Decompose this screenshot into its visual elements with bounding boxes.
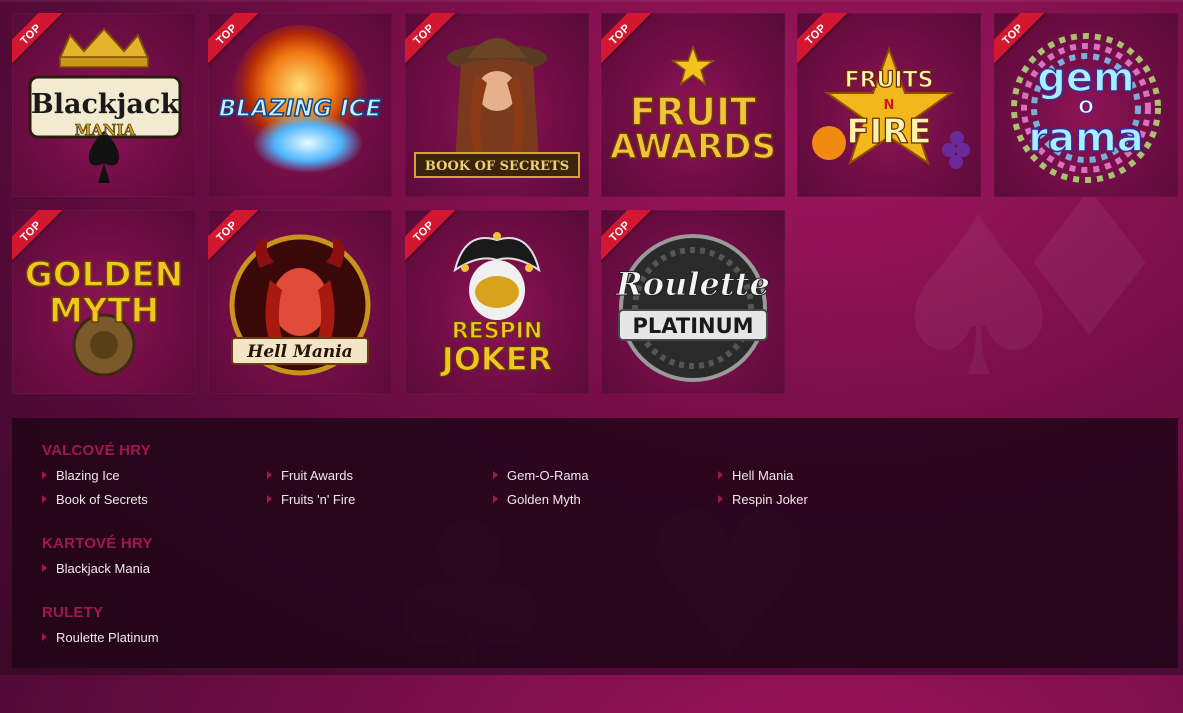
- link-golden-myth[interactable]: Golden Myth: [493, 492, 581, 507]
- link-roulette-platinum[interactable]: Roulette Platinum: [42, 630, 159, 645]
- game-tile-fruit-awards[interactable]: FRUIT AWARDS TOP: [601, 13, 785, 197]
- link-fruits-n-fire[interactable]: Fruits 'n' Fire: [267, 492, 355, 507]
- fruit-awards-logo: FRUIT AWARDS: [609, 44, 777, 168]
- gem-o-rama-logo: gem O rama: [1011, 33, 1161, 183]
- bullet-arrow-icon: [42, 495, 47, 503]
- link-fruit-awards[interactable]: Fruit Awards: [267, 468, 353, 483]
- bullet-arrow-icon: [718, 495, 723, 503]
- game-tile-golden-myth[interactable]: GOLDEN MYTH TOP: [12, 210, 196, 394]
- svg-text:JOKER: JOKER: [440, 340, 552, 378]
- link-book-of-secrets[interactable]: Book of Secrets: [42, 492, 148, 507]
- svg-text:FIRE: FIRE: [846, 112, 931, 152]
- link-respin-joker[interactable]: Respin Joker: [718, 492, 808, 507]
- bullet-arrow-icon: [493, 471, 498, 479]
- svg-text:FRUITS: FRUITS: [845, 68, 934, 93]
- game-tile-blackjack-mania[interactable]: Blackjack MANIA TOP: [12, 13, 196, 197]
- bullet-arrow-icon: [493, 495, 498, 503]
- svg-text:BLAZING ICE: BLAZING ICE: [219, 96, 382, 122]
- bullet-arrow-icon: [718, 471, 723, 479]
- section-title-card-games: KARTOVÉ HRY: [42, 535, 153, 552]
- section-title-reel-games: VALCOVÉ HRY: [42, 442, 151, 459]
- bullet-arrow-icon: [42, 471, 47, 479]
- book-of-secrets-logo: BOOK OF SECRETS: [414, 38, 580, 178]
- svg-text:Roulette: Roulette: [615, 265, 770, 303]
- hell-mania-logo: Hell Mania: [229, 234, 371, 376]
- svg-text:N: N: [884, 98, 895, 113]
- blazing-ice-logo: BLAZING ICE: [218, 25, 382, 173]
- svg-text:BOOK OF SECRETS: BOOK OF SECRETS: [425, 159, 569, 174]
- bullet-arrow-icon: [42, 564, 47, 572]
- svg-text:MANIA: MANIA: [75, 121, 136, 139]
- game-grid: Blackjack MANIA TOP BLAZING ICE TOP BOOK…: [12, 13, 1182, 395]
- link-blackjack-mania[interactable]: Blackjack Mania: [42, 561, 150, 576]
- fruits-n-fire-logo: FRUITS N FIRE: [812, 46, 970, 169]
- svg-text:GOLDEN: GOLDEN: [25, 255, 183, 295]
- svg-text:rama: rama: [1028, 115, 1143, 161]
- game-tile-fruits-n-fire[interactable]: FRUITS N FIRE TOP: [797, 13, 981, 197]
- golden-myth-logo: GOLDEN MYTH: [24, 254, 184, 377]
- section-title-roulettes: RULETY: [42, 604, 104, 621]
- bullet-arrow-icon: [267, 495, 272, 503]
- blackjack-mania-logo: Blackjack MANIA: [28, 27, 182, 183]
- svg-text:MYTH: MYTH: [49, 291, 159, 331]
- game-tile-gem-o-rama[interactable]: gem O rama TOP: [994, 13, 1178, 197]
- link-gem-o-rama[interactable]: Gem-O-Rama: [493, 468, 589, 483]
- svg-text:Blackjack: Blackjack: [31, 89, 180, 120]
- game-list-panel: VALCOVÉ HRY Blazing Ice Book of Secrets …: [12, 418, 1178, 668]
- game-tile-book-of-secrets[interactable]: BOOK OF SECRETS TOP: [405, 13, 589, 197]
- svg-text:gem: gem: [1037, 55, 1134, 101]
- svg-text:Hell Mania: Hell Mania: [246, 342, 352, 362]
- game-tile-roulette-platinum[interactable]: Roulette PLATINUM TOP: [601, 210, 785, 394]
- roulette-platinum-logo: Roulette PLATINUM: [615, 234, 770, 382]
- svg-text:AWARDS: AWARDS: [610, 127, 776, 167]
- respin-joker-logo: RESPIN JOKER: [439, 232, 553, 379]
- bullet-arrow-icon: [267, 471, 272, 479]
- game-tile-blazing-ice[interactable]: BLAZING ICE TOP: [208, 13, 392, 197]
- bullet-arrow-icon: [42, 633, 47, 641]
- game-tile-respin-joker[interactable]: RESPIN JOKER TOP: [405, 210, 589, 394]
- game-tile-hell-mania[interactable]: Hell Mania TOP: [208, 210, 392, 394]
- link-blazing-ice[interactable]: Blazing Ice: [42, 468, 120, 483]
- svg-text:PLATINUM: PLATINUM: [632, 314, 753, 338]
- link-hell-mania[interactable]: Hell Mania: [718, 468, 793, 483]
- top-divider: [0, 0, 1183, 2]
